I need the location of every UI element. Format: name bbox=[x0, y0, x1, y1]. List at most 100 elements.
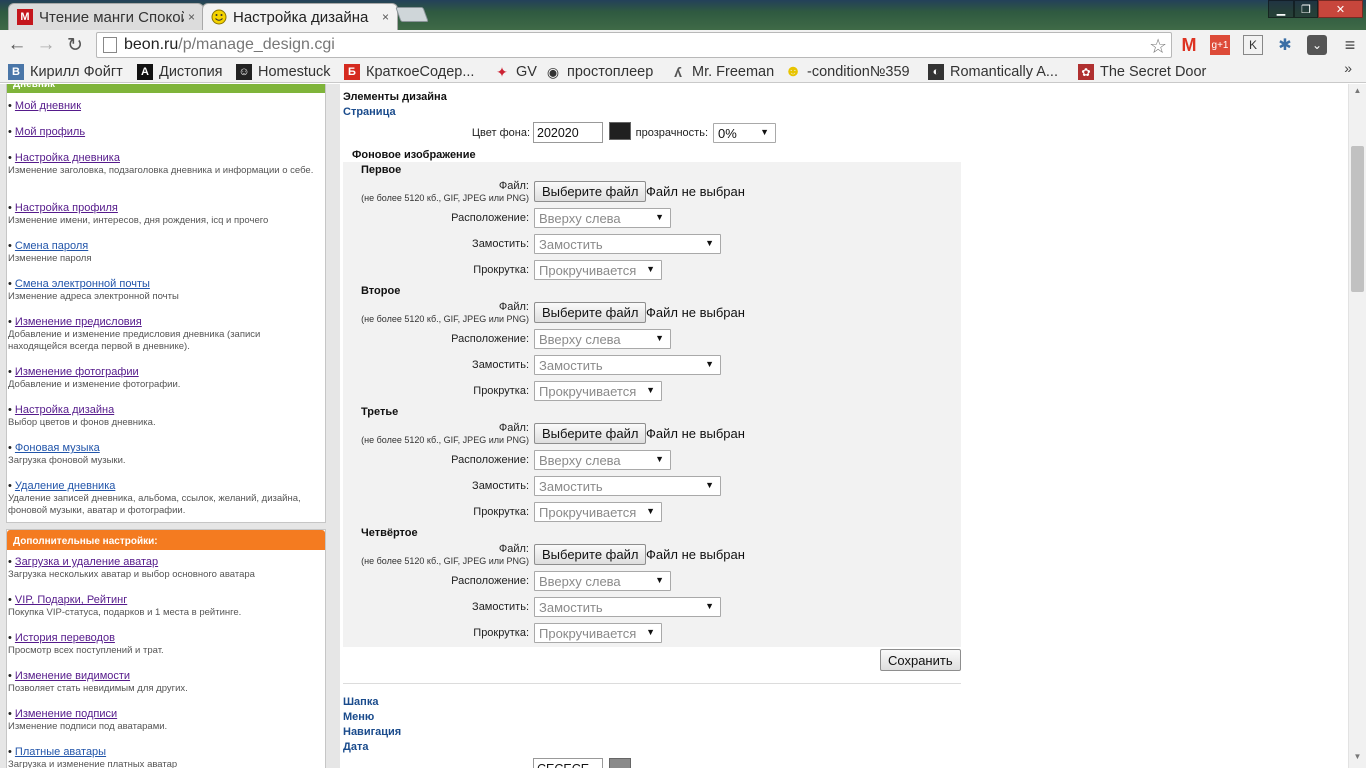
bookmark-star-icon[interactable]: ☆ bbox=[1149, 34, 1167, 59]
sidebar-link[interactable]: VIP, Подарки, Рейтинг bbox=[15, 594, 127, 606]
sidebar-item-description: Покупка VIP-статуса, подарков и 1 места … bbox=[8, 607, 242, 618]
bookmark-item[interactable]: ☻ -condition№359 bbox=[785, 62, 910, 82]
tile-select[interactable]: Замостить ▼ bbox=[534, 476, 721, 496]
bookmark-item[interactable]: Б КраткоеСодер... bbox=[344, 62, 474, 82]
bookmark-label: Дистопия bbox=[159, 64, 223, 80]
bookmark-item[interactable]: ◐ Romantically A... bbox=[928, 62, 1058, 82]
sidebar-item-description: Изменение заголовка, подзаголовка дневни… bbox=[8, 165, 314, 176]
sidebar-link[interactable]: Изменение предисловия bbox=[15, 316, 142, 328]
close-window-button[interactable]: ✕ bbox=[1318, 0, 1363, 18]
google-plus-icon[interactable]: g+1 bbox=[1210, 35, 1230, 55]
tile-select[interactable]: Замостить ▼ bbox=[534, 597, 721, 617]
scroll-select[interactable]: Прокручивается ▼ bbox=[534, 381, 662, 401]
chevron-down-icon: ▼ bbox=[646, 385, 655, 395]
share-extension-icon[interactable]: ✱ bbox=[1275, 35, 1295, 55]
sidebar-link[interactable]: Фоновая музыка bbox=[15, 442, 100, 454]
sidebar-link[interactable]: Смена электронной почты bbox=[15, 278, 150, 290]
choose-file-button[interactable]: Выберите файл bbox=[534, 181, 647, 202]
scroll-select[interactable]: Прокручивается ▼ bbox=[534, 260, 662, 280]
sidebar-link[interactable]: Настройка дневника bbox=[15, 152, 120, 164]
tile-select[interactable]: Замостить ▼ bbox=[534, 234, 721, 254]
scroll-select[interactable]: Прокручивается ▼ bbox=[534, 623, 662, 643]
section-link-date[interactable]: Дата bbox=[343, 741, 368, 753]
sidebar-link[interactable]: Платные аватары bbox=[15, 746, 106, 758]
bg-color-input[interactable]: 202020 bbox=[533, 122, 603, 143]
k-extension-icon[interactable]: K bbox=[1243, 35, 1263, 55]
bookmark-label: простоплеер bbox=[567, 64, 654, 80]
design-settings-panel: Элементы дизайна Страница Цвет фона: 202… bbox=[343, 84, 963, 768]
new-tab-button[interactable] bbox=[395, 7, 429, 22]
tab-close-icon[interactable]: × bbox=[382, 10, 389, 24]
reload-button[interactable]: ↻ bbox=[64, 34, 86, 56]
section-link-page[interactable]: Страница bbox=[343, 106, 396, 118]
bg-color-swatch[interactable] bbox=[609, 122, 631, 140]
sidebar-link[interactable]: Смена пароля bbox=[15, 240, 88, 252]
tile-select[interactable]: Замостить ▼ bbox=[534, 355, 721, 375]
gmail-icon[interactable]: M bbox=[1179, 35, 1199, 55]
position-select[interactable]: Вверху слева ▼ bbox=[534, 329, 671, 349]
sidebar-link[interactable]: Удаление дневника bbox=[15, 480, 115, 492]
position-select[interactable]: Вверху слева ▼ bbox=[534, 571, 671, 591]
section-link-menu[interactable]: Меню bbox=[343, 711, 374, 723]
select-value: Вверху слева bbox=[539, 332, 621, 347]
transparency-select[interactable]: 0% ▼ bbox=[713, 123, 776, 143]
bookmark-item[interactable]: ✦ GV bbox=[494, 62, 537, 82]
bookmark-item[interactable]: ʎ Mr. Freeman bbox=[670, 62, 774, 82]
vk-icon: В bbox=[8, 64, 24, 80]
bookmark-item[interactable]: A Дистопия bbox=[137, 62, 223, 82]
scrollbar-thumb[interactable] bbox=[1351, 146, 1364, 292]
bookmark-item[interactable]: ☺ Homestuck bbox=[236, 62, 331, 82]
select-value: Вверху слева bbox=[539, 574, 621, 589]
bullet: • bbox=[8, 278, 12, 290]
scroll-up-icon[interactable]: ▲ bbox=[1349, 86, 1366, 100]
section-link-navigation[interactable]: Навигация bbox=[343, 726, 401, 738]
tile-label: Замостить: bbox=[472, 601, 529, 613]
b-letter-icon: Б bbox=[344, 64, 360, 80]
pocket-icon[interactable]: ⌄ bbox=[1307, 35, 1327, 55]
bookmark-item[interactable]: ◉ простоплеер bbox=[545, 62, 653, 82]
sidebar-link[interactable]: Изменение видимости bbox=[15, 670, 130, 682]
sidebar-item: • Платные аватары Загрузка и изменение пл… bbox=[8, 746, 318, 768]
tile-label: Замостить: bbox=[472, 359, 529, 371]
sidebar-link[interactable]: Загрузка и удаление аватар bbox=[15, 556, 158, 568]
sidebar-link[interactable]: Мой профиль bbox=[15, 126, 85, 138]
choose-file-button[interactable]: Выберите файл bbox=[534, 302, 647, 323]
position-select[interactable]: Вверху слева ▼ bbox=[534, 208, 671, 228]
minimize-button[interactable]: ▁ bbox=[1268, 0, 1294, 18]
save-button[interactable]: Сохранить bbox=[880, 649, 961, 671]
bullet: • bbox=[8, 556, 12, 568]
bookmark-item[interactable]: В Кирилл Фойгт bbox=[8, 62, 123, 82]
secret-door-icon: ✿ bbox=[1078, 64, 1094, 80]
choose-file-button[interactable]: Выберите файл bbox=[534, 544, 647, 565]
smiley-icon: ☻ bbox=[784, 63, 802, 80]
scroll-down-icon[interactable]: ▼ bbox=[1349, 752, 1366, 766]
bookmark-item[interactable]: ✿ The Secret Door bbox=[1078, 62, 1206, 82]
sidebar-link[interactable]: История переводов bbox=[15, 632, 115, 644]
menu-icon[interactable]: ≡ bbox=[1340, 35, 1360, 55]
next-color-swatch[interactable] bbox=[609, 758, 631, 768]
tab-design-settings[interactable]: Настройка дизайна × bbox=[202, 3, 398, 30]
page-scrollbar[interactable]: ▲ ▼ bbox=[1348, 84, 1366, 768]
maximize-button[interactable]: ❐ bbox=[1294, 0, 1318, 18]
tab-close-icon[interactable]: × bbox=[188, 10, 195, 24]
address-bar[interactable]: beon.ru/p/manage_design.cgi ☆ bbox=[96, 32, 1172, 58]
next-color-input[interactable]: CECECE bbox=[533, 758, 603, 768]
bg-image-section-title: Первое bbox=[361, 164, 402, 176]
back-button[interactable]: ← bbox=[6, 34, 28, 56]
bookmark-label: Кирилл Фойгт bbox=[30, 64, 123, 80]
sidebar-link[interactable]: Настройка дизайна bbox=[15, 404, 114, 416]
sidebar-link[interactable]: Изменение фотографии bbox=[15, 366, 139, 378]
scroll-select[interactable]: Прокручивается ▼ bbox=[534, 502, 662, 522]
bullet: • bbox=[8, 442, 12, 454]
position-select[interactable]: Вверху слева ▼ bbox=[534, 450, 671, 470]
bullet: • bbox=[8, 708, 12, 720]
sidebar-link[interactable]: Мой дневник bbox=[15, 100, 81, 112]
bookmarks-overflow-button[interactable]: » bbox=[1344, 60, 1352, 76]
tab-manga[interactable]: M Чтение манги Спокойной ночи, Пун × bbox=[8, 3, 204, 30]
section-link-header[interactable]: Шапка bbox=[343, 696, 378, 708]
position-label: Расположение: bbox=[451, 212, 529, 224]
forward-button[interactable]: → bbox=[35, 34, 57, 56]
sidebar-link[interactable]: Изменение подписи bbox=[15, 708, 117, 720]
sidebar-link[interactable]: Настройка профиля bbox=[15, 202, 118, 214]
choose-file-button[interactable]: Выберите файл bbox=[534, 423, 647, 444]
